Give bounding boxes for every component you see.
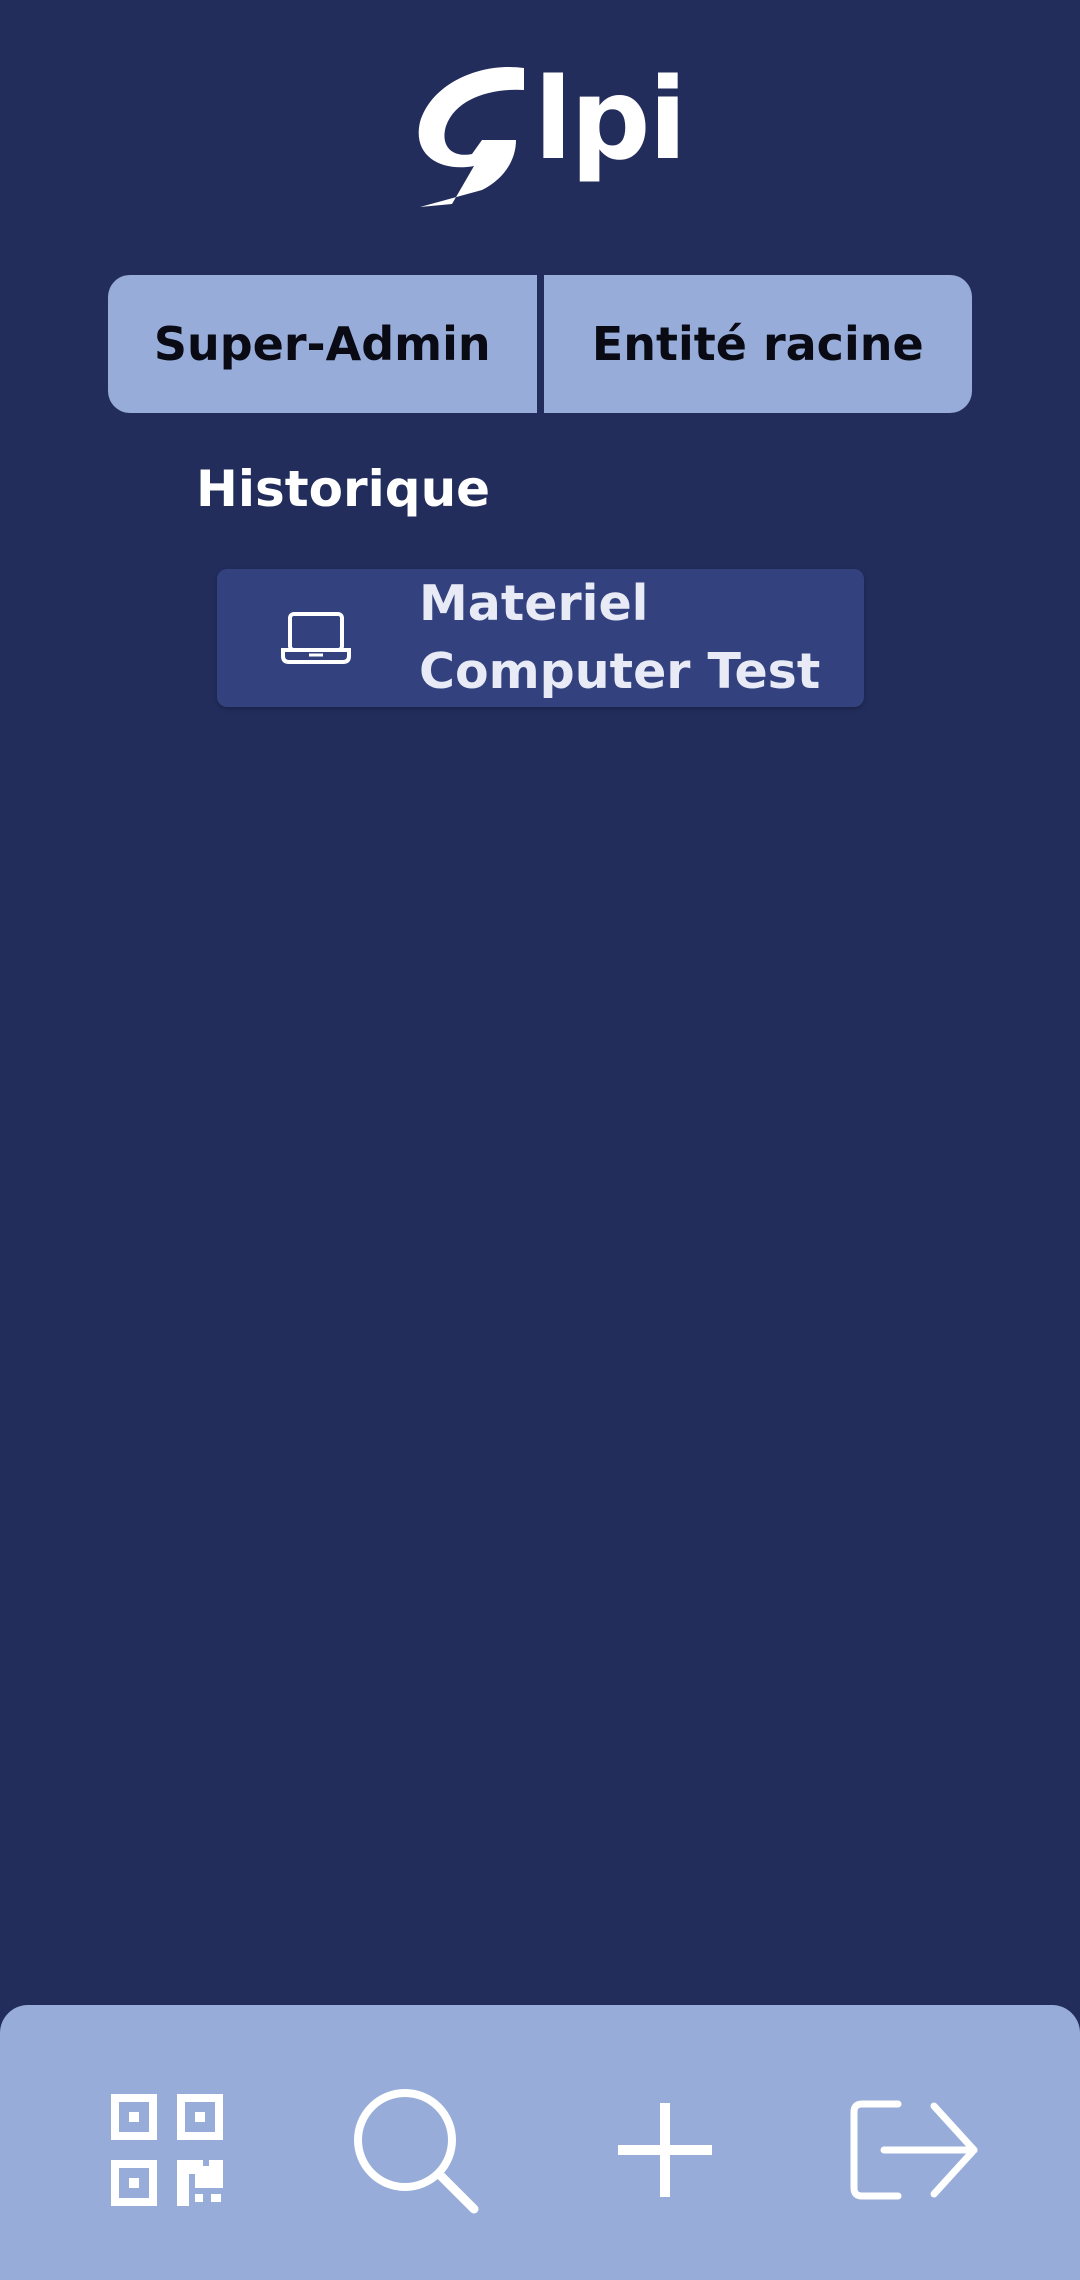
profile-button[interactable]: Super-Admin	[108, 275, 537, 413]
history-item[interactable]: Materiel Computer Test	[217, 569, 864, 707]
history-item-name: Computer Test	[419, 643, 821, 700]
history-item-label: Materiel Computer Test	[419, 570, 820, 706]
search-button[interactable]	[350, 2085, 480, 2215]
logout-button[interactable]	[850, 2085, 980, 2215]
laptop-icon	[281, 612, 351, 664]
plus-icon	[618, 2103, 712, 2197]
glpi-logo: lpi	[412, 62, 687, 212]
qr-code-icon	[111, 2094, 223, 2206]
glpi-logo-mark	[418, 66, 524, 207]
history-title: Historique	[196, 460, 491, 518]
entity-button[interactable]: Entité racine	[543, 275, 972, 413]
history-item-type: Materiel	[419, 575, 649, 632]
profile-entity-selector: Super-Admin Entité racine	[108, 275, 972, 413]
qr-scan-button[interactable]	[102, 2085, 232, 2215]
add-button[interactable]	[600, 2085, 730, 2215]
bottom-nav-bar	[0, 2005, 1080, 2280]
logo-text: lpi	[534, 55, 687, 185]
search-icon	[354, 2089, 479, 2214]
logout-icon	[850, 2100, 978, 2200]
